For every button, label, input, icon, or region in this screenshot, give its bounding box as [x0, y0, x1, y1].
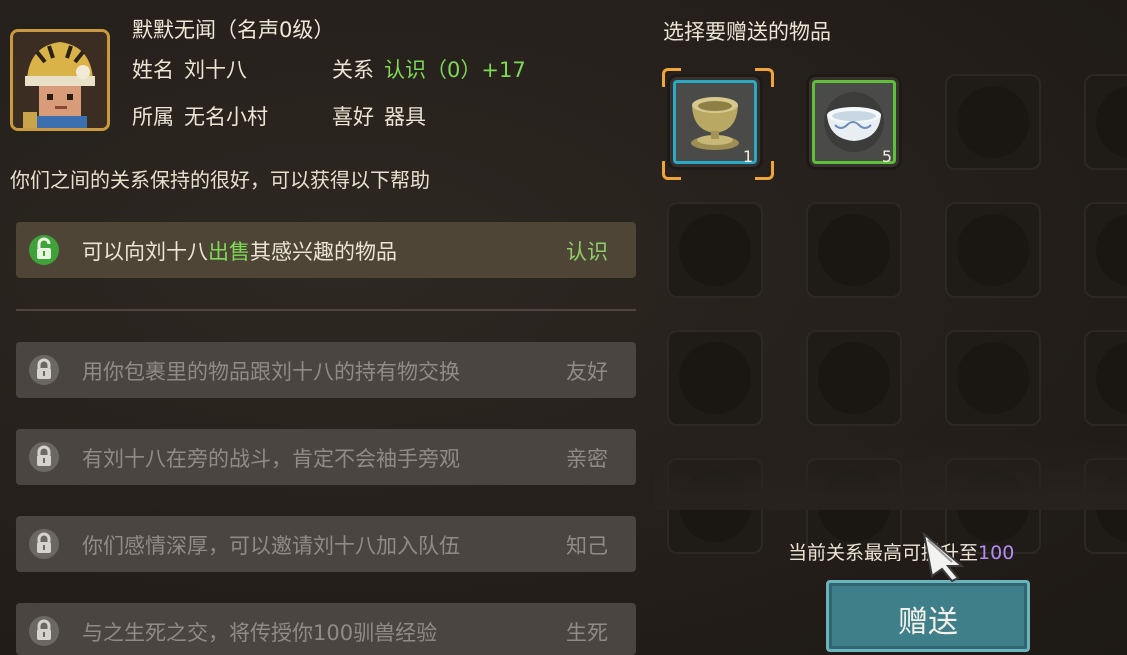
perk-description: 可以向刘十八出售其感兴趣的物品: [82, 240, 397, 264]
empty-slot[interactable]: [1084, 202, 1127, 298]
relation-field: 关系 认识（0）+17: [332, 54, 526, 84]
perk-row-training: 与之生死之交，将传授你100驯兽经验 生死: [16, 603, 636, 655]
relation-label: 关系: [332, 58, 374, 82]
npc-info-row-2: 所属 无名小村: [132, 101, 268, 131]
help-description: 你们之间的关系保持的很好，可以获得以下帮助: [10, 168, 430, 192]
give-button-label: 赠送: [898, 605, 958, 640]
perk-rank: 认识: [566, 240, 608, 264]
empty-slot[interactable]: [945, 202, 1041, 298]
relation-value: 认识（0）+17: [384, 58, 526, 82]
selection-corner: [755, 68, 774, 87]
empty-slot[interactable]: [945, 330, 1041, 426]
item-slot-porcelain-bowl[interactable]: 5: [806, 74, 902, 170]
perk-rank: 知己: [566, 534, 608, 558]
grid-fade: [655, 440, 1127, 510]
name-label: 姓名: [132, 58, 174, 82]
npc-info-row-1: 姓名 刘十八: [132, 54, 247, 84]
selection-corner: [755, 161, 774, 180]
empty-slot[interactable]: [945, 74, 1041, 170]
give-button[interactable]: 赠送: [826, 580, 1030, 652]
empty-slot[interactable]: [667, 202, 763, 298]
perk-rank: 友好: [566, 360, 608, 384]
unlocked-icon: [29, 235, 59, 265]
perk-row-join-party: 你们感情深厚，可以邀请刘十八加入队伍 知己: [16, 516, 636, 572]
lock-icon: [29, 616, 59, 646]
hobby-field: 喜好 器具: [332, 101, 426, 131]
hobby-value: 器具: [384, 105, 426, 129]
selection-corner: [662, 161, 681, 180]
perk-description: 你们感情深厚，可以邀请刘十八加入队伍: [82, 534, 460, 558]
perk-rank: 亲密: [566, 447, 608, 471]
divider: [16, 309, 636, 311]
empty-slot[interactable]: [806, 202, 902, 298]
perk-description: 用你包裹里的物品跟刘十八的持有物交换: [82, 360, 460, 384]
item-slot-bronze-cup[interactable]: 1: [667, 74, 763, 170]
item-count: 1: [742, 147, 753, 166]
affiliation-label: 所属: [132, 105, 174, 129]
perk-row-battle: 有刘十八在旁的战斗，肯定不会袖手旁观 亲密: [16, 429, 636, 485]
npc-portrait: [10, 29, 110, 131]
max-relation-note: 当前关系最高可提升至100: [788, 542, 1015, 564]
empty-slot[interactable]: [806, 330, 902, 426]
name-value: 刘十八: [184, 58, 247, 82]
affiliation-value: 无名小村: [184, 105, 268, 129]
perk-description: 有刘十八在旁的战斗，肯定不会袖手旁观: [82, 447, 460, 471]
perk-row-sell: 可以向刘十八出售其感兴趣的物品 认识: [16, 222, 636, 278]
hobby-label: 喜好: [332, 105, 374, 129]
empty-slot[interactable]: [667, 330, 763, 426]
item-count: 5: [881, 147, 892, 166]
perk-rank: 生死: [566, 621, 608, 645]
perk-row-trade: 用你包裹里的物品跟刘十八的持有物交换 友好: [16, 342, 636, 398]
npc-title: 默默无闻（名声0级）: [132, 18, 335, 42]
lock-icon: [29, 442, 59, 472]
lock-icon: [29, 529, 59, 559]
empty-slot[interactable]: [1084, 74, 1127, 170]
lock-icon: [29, 355, 59, 385]
cursor-icon: [922, 532, 965, 582]
empty-slot[interactable]: [1084, 330, 1127, 426]
perk-description: 与之生死之交，将传授你100驯兽经验: [82, 621, 438, 645]
gift-panel-title: 选择要赠送的物品: [663, 20, 831, 44]
selection-corner: [662, 68, 681, 87]
